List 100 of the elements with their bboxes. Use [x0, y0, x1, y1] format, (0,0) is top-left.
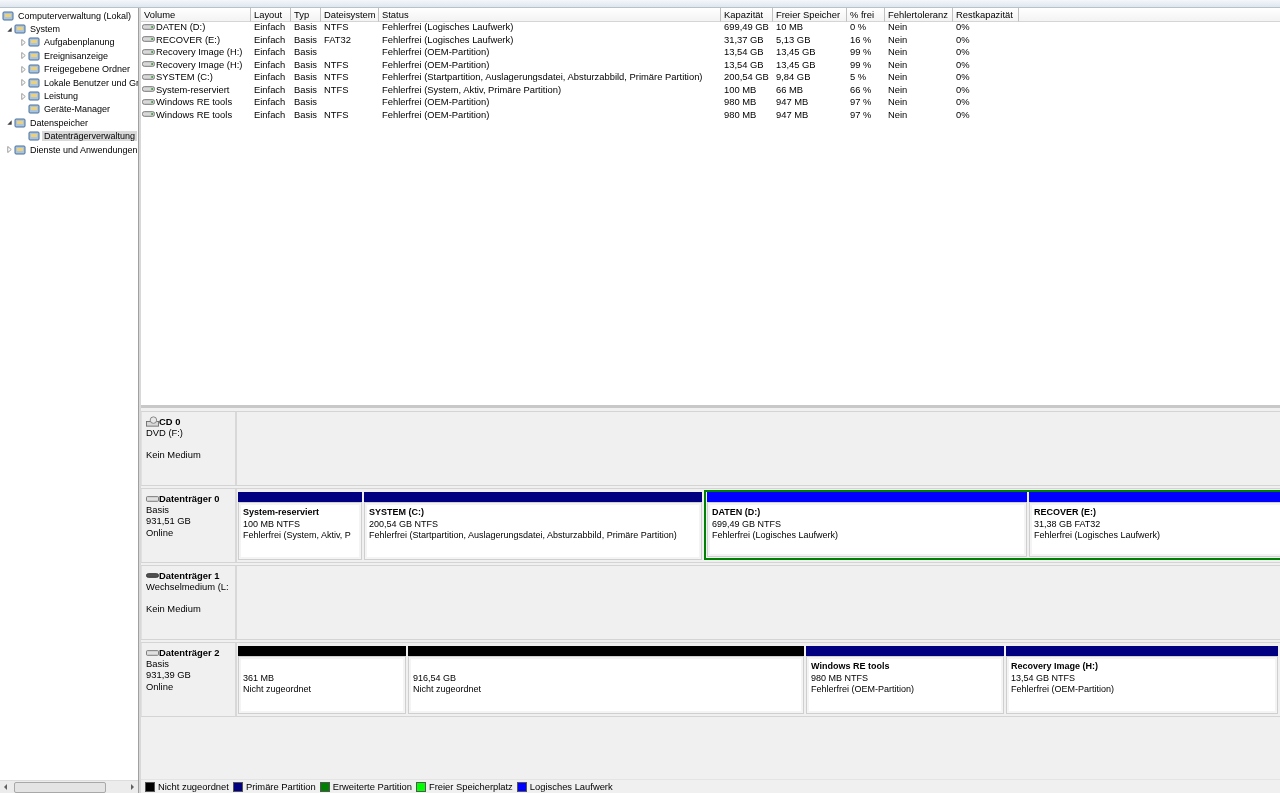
partition[interactable]: Recovery Image (H:) 13,54 GB NTFS Fehlerfrei (OEM-Partition) — [1006, 656, 1278, 714]
table-cell: Basis — [294, 71, 317, 83]
extended-partition[interactable]: DATEN (D:) 699,49 GB NTFS Fehlerfrei (Logisches Laufwerk) RECOVER (E:) 31,38 GB FAT32 Fehlerfrei (Logisches Laufwerk) — [704, 490, 1280, 560]
disk-info-panel[interactable]: Datenträger 2 Basis 931,39 GB Online — [141, 643, 237, 716]
partition[interactable]: RECOVER (E:) 31,38 GB FAT32 Fehlerfrei (Logisches Laufwerk) — [1029, 502, 1280, 557]
table-cell: Basis — [294, 83, 317, 95]
table-cell: 0% — [956, 96, 970, 108]
table-cell: NTFS — [324, 21, 349, 33]
collapse-arrow-icon[interactable] — [5, 119, 13, 127]
column-header[interactable]: Dateisystem — [321, 8, 379, 22]
partition-status: Fehlerfrei (OEM-Partition) — [811, 684, 916, 696]
tree-item[interactable]: Datenspeicher — [28, 117, 91, 128]
table-cell: Einfach — [254, 96, 286, 108]
table-cell: Basis — [294, 96, 317, 108]
tree-node-icon — [28, 63, 40, 76]
column-header[interactable]: Layout — [251, 8, 291, 22]
tree-item[interactable]: Freigegebene Ordner — [42, 64, 133, 75]
partition[interactable]: SYSTEM (C:) 200,54 GB NTFS Fehlerfrei (Startpartition, Auslagerungsdatei, Absturzabbild, Primäre Partition) — [364, 502, 702, 560]
expand-arrow-icon[interactable] — [19, 79, 27, 87]
disk-detail: Online — [146, 526, 175, 538]
partition-status: Nicht zugeordnet — [413, 684, 483, 696]
tree-node-icon — [28, 90, 40, 103]
disk-info-panel[interactable]: Datenträger 1 Wechselmedium (L: Kein Medium — [141, 566, 237, 639]
expand-arrow-icon[interactable] — [19, 65, 27, 73]
horizontal-scrollbar[interactable] — [0, 780, 138, 793]
legend-label: Erweiterte Partition — [332, 781, 412, 792]
drive-icon — [142, 96, 155, 107]
partition[interactable]: Windows RE tools 980 MB NTFS Fehlerfrei (OEM-Partition) — [806, 656, 1004, 714]
scroll-left-icon[interactable] — [2, 783, 10, 791]
partition-size: 980 MB NTFS — [811, 672, 869, 684]
tree-item[interactable]: Computerverwaltung (Lokal) — [16, 10, 134, 21]
table-cell: 97 % — [850, 96, 872, 108]
column-header[interactable]: Fehlertoleranz — [885, 8, 953, 22]
partition-name: RECOVER (E:) — [1034, 507, 1097, 519]
table-cell: 5 % — [850, 71, 867, 83]
table-cell: Einfach — [254, 21, 286, 33]
partition[interactable]: System-reserviert 100 MB NTFS Fehlerfrei (System, Aktiv, P — [238, 502, 362, 560]
table-cell: 31,37 GB — [724, 33, 764, 45]
table-cell: Basis — [294, 33, 317, 45]
tree-item[interactable]: Datenträgerverwaltung — [42, 131, 138, 142]
collapse-arrow-icon[interactable] — [5, 25, 13, 33]
tree-item[interactable]: Geräte-Manager — [42, 104, 113, 115]
tree-item[interactable]: System — [28, 24, 62, 35]
tree-node-icon — [28, 130, 40, 143]
column-header[interactable]: Status — [379, 8, 721, 22]
partition[interactable]: 916,54 GB Nicht zugeordnet — [408, 656, 804, 714]
scroll-right-icon[interactable] — [128, 783, 136, 791]
disk-info-panel[interactable]: Datenträger 0 Basis 931,51 GB Online — [141, 489, 237, 562]
tree-item[interactable]: Ereignisanzeige — [42, 50, 111, 61]
column-header[interactable]: % frei — [847, 8, 885, 22]
table-cell: Einfach — [254, 46, 286, 58]
table-cell: Nein — [888, 46, 908, 58]
table-cell: Fehlerfrei (OEM-Partition) — [382, 58, 490, 70]
table-cell: 13,45 GB — [776, 58, 816, 70]
partition[interactable]: 361 MB Nicht zugeordnet — [238, 656, 406, 714]
table-cell: Nein — [888, 21, 908, 33]
table-cell: Nein — [888, 58, 908, 70]
expand-arrow-icon[interactable] — [19, 92, 27, 100]
table-cell: 699,49 GB — [724, 21, 769, 33]
scrollbar-thumb[interactable] — [14, 781, 106, 793]
table-cell: 99 % — [850, 46, 872, 58]
expand-arrow-icon[interactable] — [19, 38, 27, 46]
table-cell: 100 MB — [724, 83, 757, 95]
table-cell: 97 % — [850, 108, 872, 120]
table-cell: Nein — [888, 83, 908, 95]
expand-arrow-icon[interactable] — [5, 146, 13, 154]
drive-icon — [142, 71, 155, 82]
tree-item[interactable]: Leistung — [42, 91, 81, 102]
partition[interactable]: DATEN (D:) 699,49 GB NTFS Fehlerfrei (Logisches Laufwerk) — [707, 502, 1027, 557]
disk-info-panel[interactable]: CD 0 DVD (F:) Kein Medium — [141, 412, 237, 485]
tree-item[interactable]: Aufgabenplanung — [42, 37, 117, 48]
table-cell: 0% — [956, 33, 970, 45]
column-header[interactable]: Freier Speicher — [773, 8, 847, 22]
expand-arrow-icon[interactable] — [19, 52, 27, 60]
disk-name: Datenträger 2 — [159, 647, 220, 658]
table-cell: 0% — [956, 46, 970, 58]
tree-node-icon — [28, 76, 40, 89]
partition-name: SYSTEM (C:) — [369, 507, 425, 519]
table-cell: 9,84 GB — [776, 71, 811, 83]
column-header[interactable]: Restkapazität — [953, 8, 1019, 22]
partition-size: 13,54 GB NTFS — [1011, 672, 1077, 684]
partition-size: 916,54 GB — [413, 672, 458, 684]
drive-icon — [142, 34, 155, 45]
partition-name: DATEN (D:) — [712, 507, 762, 519]
table-cell: Einfach — [254, 71, 286, 83]
table-cell: Fehlerfrei (OEM-Partition) — [382, 108, 490, 120]
legend-label: Nicht zugeordnet — [158, 781, 229, 792]
disk-detail: Wechselmedium (L: — [146, 581, 230, 593]
tree-item[interactable]: Dienste und Anwendungen — [28, 144, 138, 155]
partition-size: 100 MB NTFS — [243, 518, 301, 530]
table-cell: 947 MB — [776, 108, 809, 120]
column-header[interactable]: Volume — [141, 8, 251, 22]
column-header[interactable]: Typ — [291, 8, 321, 22]
partition-size: 200,54 GB NTFS — [369, 518, 440, 530]
drive-icon — [142, 109, 155, 120]
partition-size: 361 MB — [243, 672, 276, 684]
column-header[interactable]: Kapazität — [721, 8, 773, 22]
table-cell: 13,54 GB — [724, 58, 764, 70]
tree-item[interactable]: Lokale Benutzer und Gr — [42, 77, 138, 88]
disk-detail: Online — [146, 680, 175, 692]
